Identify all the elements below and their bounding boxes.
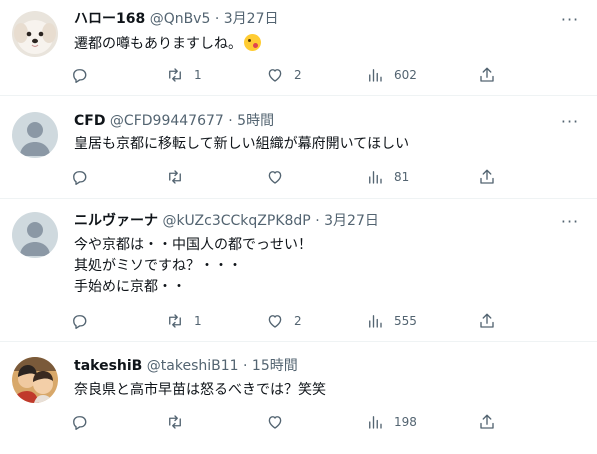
views-button[interactable]: 602	[366, 63, 417, 87]
display-name[interactable]: ニルヴァーナ	[74, 213, 158, 229]
display-name[interactable]: CFD	[74, 113, 105, 129]
views-button[interactable]: 81	[366, 165, 409, 189]
heart-icon	[268, 315, 282, 328]
share-button[interactable]	[478, 410, 496, 434]
user-handle[interactable]: @takeshiB11	[147, 358, 239, 374]
retweet-button[interactable]	[166, 165, 194, 189]
default-avatar[interactable]	[12, 112, 58, 158]
user-handle[interactable]: @kUZc3CCkqZPK8dP	[162, 213, 310, 229]
more-options-icon[interactable]: ···	[559, 114, 581, 136]
tweet-actions: 1 2 555	[70, 309, 500, 333]
heart-icon	[268, 171, 282, 184]
like-button[interactable]	[266, 410, 294, 434]
retweet-button[interactable]: 1	[166, 309, 202, 333]
tweet[interactable]: ハロー168 @QnBv5 · 3月27日 ··· 遷都の噂もありますしね。 1…	[0, 0, 597, 96]
share-icon	[480, 414, 494, 429]
timestamp[interactable]: 5時間	[237, 113, 274, 129]
retweet-icon	[169, 170, 181, 184]
retweet-button[interactable]	[166, 410, 194, 434]
tweet-text: 遷都の噂もありますしね。	[74, 34, 261, 55]
view-count: 602	[394, 68, 417, 82]
views-chart-icon	[369, 69, 382, 82]
share-icon	[480, 169, 494, 184]
share-button[interactable]	[478, 165, 496, 189]
default-avatar[interactable]	[12, 212, 58, 258]
view-count: 555	[394, 314, 417, 328]
timestamp[interactable]: 15時間	[252, 358, 298, 374]
tweet-text: 奈良県と高市早苗は怒るべきでは？笑笑	[74, 382, 326, 398]
tweet[interactable]: CFD @CFD99447677 · 5時間 ··· 皇居も京都に移転して新しい…	[0, 96, 597, 199]
like-button[interactable]: 2	[266, 309, 302, 333]
separator: ·	[243, 358, 248, 374]
like-count: 2	[294, 314, 302, 328]
retweet-icon	[169, 415, 181, 429]
reply-icon	[73, 69, 87, 83]
heart-icon	[268, 416, 282, 429]
like-button[interactable]	[266, 165, 294, 189]
retweet-count: 1	[194, 68, 202, 82]
reply-button[interactable]	[70, 309, 98, 333]
view-count: 198	[394, 415, 417, 429]
retweet-count: 1	[194, 314, 202, 328]
views-button[interactable]: 198	[366, 410, 417, 434]
share-icon	[480, 313, 494, 328]
tweet-actions: 198	[70, 410, 500, 434]
like-button[interactable]: 2	[266, 63, 302, 87]
avatar-dog[interactable]	[12, 11, 58, 57]
share-button[interactable]	[478, 309, 496, 333]
tweet-actions: 81	[70, 165, 500, 189]
tweet-text: 皇居も京都に移転して新しい組織が幕府開いてほしい	[74, 136, 410, 152]
share-button[interactable]	[478, 63, 496, 87]
views-chart-icon	[369, 416, 382, 429]
retweet-icon	[169, 68, 181, 82]
user-handle[interactable]: @CFD99447677	[110, 113, 224, 129]
view-count: 81	[394, 170, 410, 184]
reply-icon	[73, 416, 87, 430]
tweet-header: takeshiB @takeshiB11 · 15時間	[74, 356, 298, 376]
share-icon	[480, 67, 494, 82]
like-count: 2	[294, 68, 302, 82]
views-chart-icon	[369, 315, 382, 328]
reply-icon	[73, 315, 87, 329]
separator: ·	[214, 11, 220, 27]
reply-button[interactable]	[70, 165, 98, 189]
more-options-icon[interactable]: ···	[559, 214, 581, 236]
display-name[interactable]: takeshiB	[74, 358, 142, 374]
tweet-text: 今や京都は・・中国人の都でっせい！ 其処がミソですね？・・・ 手始めに京都・・	[74, 237, 312, 295]
views-button[interactable]: 555	[366, 309, 417, 333]
separator: ·	[315, 213, 320, 229]
tweet[interactable]: ニルヴァーナ @kUZc3CCkqZPK8dP · 3月27日 ··· 今や京都…	[0, 199, 597, 342]
tweet-header: CFD @CFD99447677 · 5時間	[74, 111, 274, 131]
tweet[interactable]: takeshiB @takeshiB11 · 15時間 奈良県と高市早苗は怒るべ…	[0, 342, 597, 454]
timestamp[interactable]: 3月27日	[324, 213, 379, 229]
retweet-icon	[169, 314, 181, 328]
display-name[interactable]: ハロー168	[74, 11, 145, 27]
tweet-header: ハロー168 @QnBv5 · 3月27日	[74, 9, 278, 29]
reply-button[interactable]	[70, 410, 98, 434]
tweet-header: ニルヴァーナ @kUZc3CCkqZPK8dP · 3月27日	[74, 211, 379, 231]
retweet-button[interactable]: 1	[166, 63, 202, 87]
reply-button[interactable]	[70, 63, 98, 87]
tweet-text-content: 遷都の噂もありますしね。	[74, 36, 242, 52]
heart-icon	[268, 69, 282, 82]
reply-icon	[73, 171, 87, 185]
separator: ·	[228, 113, 233, 129]
more-options-icon[interactable]: ···	[559, 12, 581, 34]
views-chart-icon	[369, 171, 382, 184]
user-handle[interactable]: @QnBv5	[150, 11, 211, 27]
tweet-actions: 1 2 602	[70, 63, 500, 87]
avatar-photo[interactable]	[12, 357, 58, 403]
timestamp[interactable]: 3月27日	[224, 11, 279, 27]
winking-tongue-emoji-icon	[244, 34, 261, 51]
